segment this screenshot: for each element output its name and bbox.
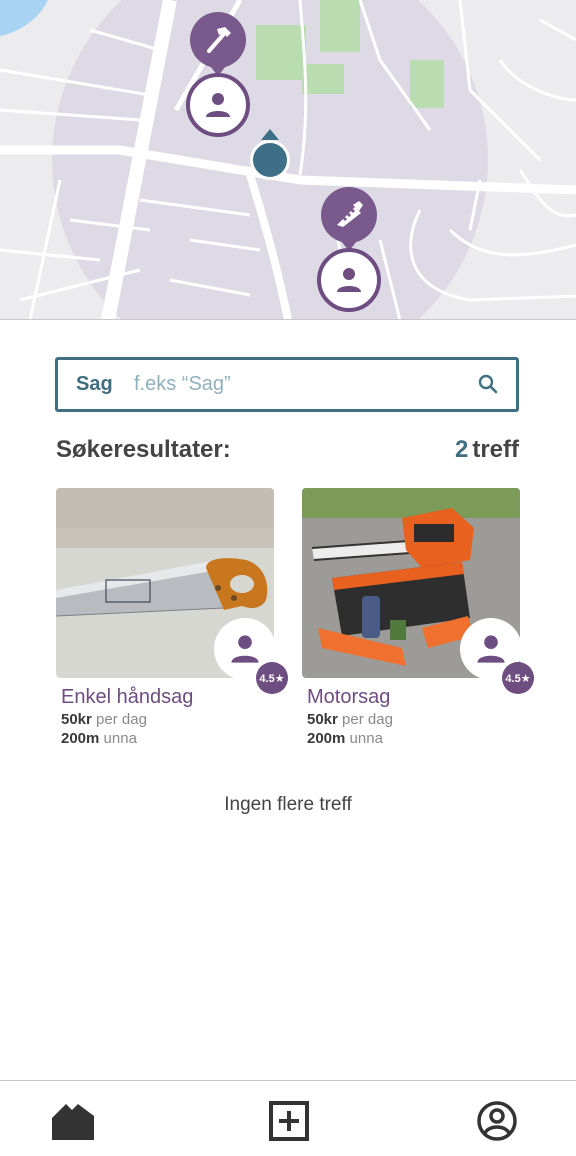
nav-add-button[interactable] (265, 1099, 313, 1143)
rating-badge: 4.5★ (502, 662, 534, 694)
person-icon (231, 635, 259, 663)
bottom-nav (0, 1080, 576, 1156)
results-count-suffix: treff (472, 436, 519, 463)
listing-photo (56, 488, 274, 678)
search-input[interactable] (134, 373, 464, 396)
distance-value: 200m (307, 730, 346, 747)
listing-card[interactable]: 4.5★ Enkel håndsag 50kr per dag 200m unn… (56, 488, 288, 747)
search-category-label: Sag (76, 373, 113, 395)
listing-title[interactable]: Motorsag (307, 686, 520, 709)
price-value: 50kr (307, 711, 338, 728)
user-pin[interactable] (317, 248, 381, 312)
listing-price: 50kr per dag (307, 711, 520, 728)
price-suffix: per dag (342, 711, 393, 728)
map-view[interactable] (0, 0, 576, 320)
rating-badge: 4.5★ (256, 662, 288, 694)
results-header: Søkeresultater: 2 treff (56, 436, 519, 464)
heading-arrow-icon (261, 129, 279, 140)
profile-icon (477, 1101, 517, 1141)
price-value: 50kr (61, 711, 92, 728)
distance-value: 200m (61, 730, 100, 747)
distance-suffix: unna (103, 730, 137, 747)
distance-suffix: unna (349, 730, 383, 747)
search-icon[interactable] (478, 374, 498, 399)
listing-title[interactable]: Enkel håndsag (61, 686, 274, 709)
listing-photo (302, 488, 520, 678)
listing-distance: 200m unna (61, 730, 274, 747)
results-title: Søkeresultater: (56, 436, 231, 463)
my-location-marker[interactable] (250, 140, 290, 180)
tool-pin-saw[interactable] (321, 187, 377, 251)
user-pin[interactable] (186, 73, 250, 137)
results-count: 2 treff (455, 436, 519, 464)
person-icon (477, 635, 505, 663)
listing-distance: 200m unna (307, 730, 520, 747)
results-count-number: 2 (454, 436, 469, 463)
end-of-results-text: Ingen flere treff (224, 794, 352, 815)
home-icon (52, 1104, 94, 1140)
listing-price: 50kr per dag (61, 711, 274, 728)
saw-icon (337, 201, 363, 227)
nav-profile-button[interactable] (473, 1099, 521, 1143)
listing-card[interactable]: 4.5★ Motorsag 50kr per dag 200m unna (302, 488, 534, 747)
nav-home-button[interactable] (50, 1099, 98, 1143)
price-suffix: per dag (96, 711, 147, 728)
person-icon (206, 93, 230, 117)
hammer-icon (207, 27, 231, 53)
add-icon (269, 1101, 309, 1141)
tool-pin-hammer[interactable] (190, 12, 246, 76)
person-icon (337, 268, 361, 292)
search-bar[interactable]: Sag (55, 357, 519, 412)
